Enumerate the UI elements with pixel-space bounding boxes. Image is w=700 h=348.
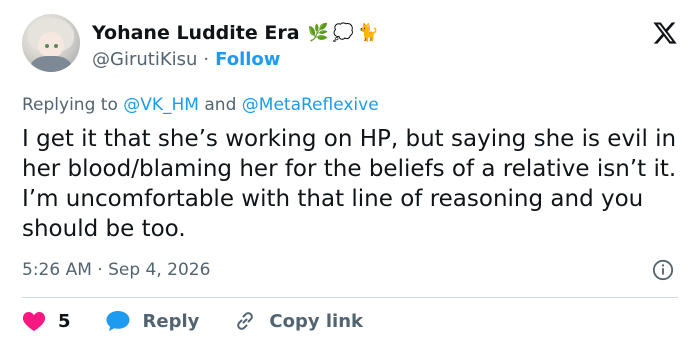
info-icon[interactable] <box>652 259 674 281</box>
tweet-timestamp[interactable]: 5:26 AM · Sep 4, 2026 <box>22 260 210 280</box>
follow-button[interactable]: Follow <box>215 49 280 70</box>
copy-link-label: Copy link <box>269 310 363 332</box>
author-name-emojis: 🌿 💭 🐈 <box>308 23 380 43</box>
heart-icon <box>22 312 46 331</box>
author-name[interactable]: Yohane Luddite Era <box>92 22 300 44</box>
replying-conjunction: and <box>204 95 237 115</box>
avatar[interactable] <box>22 14 80 72</box>
herb-emoji-icon: 🌿 <box>307 23 329 43</box>
divider <box>22 297 678 298</box>
mention-link-1[interactable]: @VK_HM <box>123 95 199 115</box>
x-logo-icon[interactable] <box>652 20 678 46</box>
author-handle-row: @GirutiKisu · Follow <box>92 49 280 70</box>
like-count: 5 <box>58 310 71 332</box>
tweet-text: I get it that she’s working on HP, but s… <box>22 126 677 242</box>
reply-button[interactable]: Reply <box>105 309 200 333</box>
handle-separator: · <box>203 49 210 70</box>
author-name-row: Yohane Luddite Era 🌿 💭 🐈 <box>92 22 379 44</box>
reply-label: Reply <box>142 310 200 332</box>
like-button[interactable]: 5 <box>22 310 71 332</box>
thought-bubble-emoji-icon: 💭 <box>332 23 354 43</box>
replying-to-line: Replying to @VK_HM and @MetaReflexive <box>22 95 379 115</box>
speech-bubble-icon <box>106 311 130 331</box>
mention-link-2[interactable]: @MetaReflexive <box>242 95 379 115</box>
replying-prefix: Replying to <box>22 95 118 115</box>
cat-emoji-icon: 🐈 <box>357 23 380 43</box>
author-handle[interactable]: @GirutiKisu <box>92 49 197 70</box>
action-bar: 5 Reply Copy link <box>22 309 397 333</box>
link-icon <box>237 312 254 330</box>
copy-link-button[interactable]: Copy link <box>233 309 363 333</box>
